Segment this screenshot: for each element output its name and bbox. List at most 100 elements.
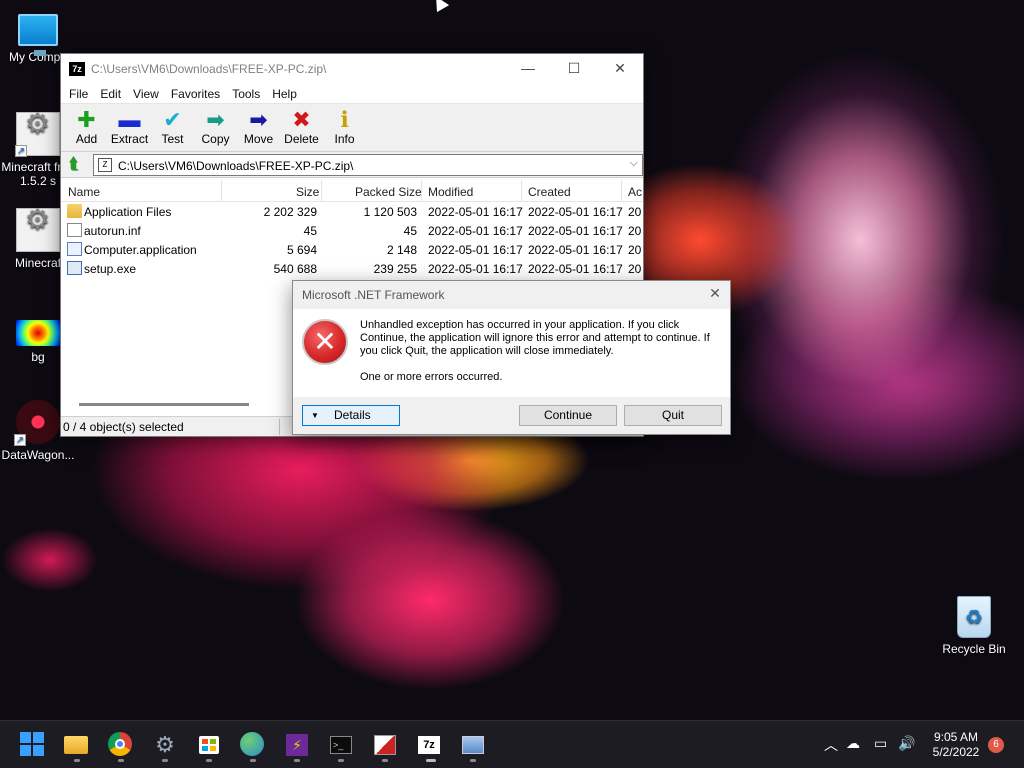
store-icon[interactable] [196,732,222,758]
x-icon: ✖ [292,107,311,132]
executable-file-icon [67,261,82,275]
table-row[interactable]: Application Files 2 202 329 1 120 503 20… [61,202,643,221]
file-name: Computer.application [84,243,197,257]
file-modified: 2022-05-01 16:17 [428,205,523,219]
file-explorer-icon[interactable] [64,732,90,758]
7zip-taskbar-icon[interactable]: 7z [416,732,442,758]
menu-view[interactable]: View [127,84,165,103]
copy-button[interactable]: ➡ Copy [194,104,237,151]
cloud-icon[interactable]: ☁ [846,735,860,752]
column-name[interactable]: Name [68,185,100,199]
file-attributes: 20 [628,224,642,238]
settings-gear-icon[interactable]: ⚙ [152,732,178,758]
info-label: Info [334,132,355,146]
column-created[interactable]: Created [528,185,571,199]
continue-button[interactable]: Continue [519,405,617,426]
7zip-app-icon: 7z [69,62,85,76]
purple-app-icon[interactable]: ⚡ [284,732,310,758]
quit-button[interactable]: Quit [624,405,722,426]
file-created: 2022-05-01 16:17 [528,243,623,257]
window-title: C:\Users\VM6\Downloads\FREE-XP-PC.zip\ [91,62,327,76]
address-bar: ⮬ Z C:\Users\VM6\Downloads\FREE-XP-PC.zi… [61,152,643,178]
dialog-title: Microsoft .NET Framework [302,288,445,302]
move-button[interactable]: ➡ Move [237,104,280,151]
test-button[interactable]: ✔ Test [151,104,194,151]
extract-label: Extract [110,132,149,146]
file-packed-size: 45 [403,224,417,238]
zip-file-icon: Z [98,158,112,172]
test-label: Test [161,132,184,146]
terminal-icon[interactable]: >_ [328,732,354,758]
chrome-icon[interactable] [108,732,134,758]
menu-help[interactable]: Help [266,84,303,103]
info-icon: ℹ [340,107,349,132]
network-app-icon[interactable] [460,732,486,758]
add-button[interactable]: ✚ Add [65,104,108,151]
file-modified: 2022-05-01 16:17 [428,224,523,238]
chevron-up-icon[interactable]: ︿ [824,735,838,755]
image-viewer-icon[interactable] [372,732,398,758]
gear-icon: ⚙ ↗ [15,110,60,157]
file-modified: 2022-05-01 16:17 [428,262,523,276]
minimize-button[interactable]: — [505,54,551,84]
error-icon: ✕ [302,319,348,365]
info-button[interactable]: ℹ Info [323,104,366,151]
monitor-icon [18,14,58,56]
file-attributes: 20 [628,262,642,276]
up-folder-icon[interactable]: ⮬ [65,156,83,174]
extract-button[interactable]: ▬ Extract [108,104,151,151]
shortcut-arrow-icon: ↗ [15,145,27,157]
error-dialog: Microsoft .NET Framework ✕ ✕ Unhandled e… [292,280,731,435]
menu-file[interactable]: File [63,84,94,103]
desktop-icon-label: Recycle Bin [942,642,1006,656]
column-modified[interactable]: Modified [428,185,473,199]
delete-button[interactable]: ✖ Delete [280,104,323,151]
close-button[interactable]: ✕ [597,54,643,84]
chevron-down-icon[interactable]: ⌵ [630,157,638,170]
clock[interactable]: 9:05 AM 5/2/2022 [920,730,992,760]
desktop-icon-recycle-bin[interactable]: ♻ Recycle Bin [936,596,1012,656]
file-attributes: 20 [628,243,642,257]
title-bar[interactable]: 7z C:\Users\VM6\Downloads\FREE-XP-PC.zip… [61,54,643,84]
shortcut-arrow-icon: ↗ [14,434,26,446]
display-icon[interactable]: ▭ [874,735,887,752]
file-created: 2022-05-01 16:17 [528,224,623,238]
add-label: Add [75,132,98,146]
notification-badge[interactable]: 6 [988,737,1004,753]
dialog-close-button[interactable]: ✕ [700,281,730,307]
file-modified: 2022-05-01 16:17 [428,243,523,257]
column-size[interactable]: Size [296,185,319,199]
column-attributes[interactable]: Ac [628,185,642,199]
speaker-icon[interactable]: 🔊 [898,735,915,752]
details-button[interactable]: ▼ Details [302,405,400,426]
start-button[interactable] [20,732,46,758]
menu-tools[interactable]: Tools [226,84,266,103]
menu-favorites[interactable]: Favorites [165,84,226,103]
desktop-icon-label: DataWagon... [1,448,75,462]
menu-edit[interactable]: Edit [94,84,127,103]
details-label: Details [334,408,371,422]
table-row[interactable]: setup.exe 540 688 239 255 2022-05-01 16:… [61,259,643,278]
minus-icon: ▬ [118,107,141,132]
horizontal-scrollbar[interactable] [79,403,249,406]
maximize-button[interactable]: ☐ [551,54,597,84]
error-message: Unhandled exception has occurred in your… [360,319,710,357]
taskbar: ⚙ ⚡ >_ 7z ︿ ☁ ▭ 🔊 9:05 AM 5/2/2022 6 [0,720,1024,768]
address-input[interactable]: Z C:\Users\VM6\Downloads\FREE-XP-PC.zip\… [93,154,643,176]
settings-file-icon [67,223,82,237]
menu-bar: File Edit View Favorites Tools Help [61,84,643,104]
table-row[interactable]: Computer.application 5 694 2 148 2022-05… [61,240,643,259]
move-label: Move [243,132,274,146]
file-name: setup.exe [84,262,137,276]
table-row[interactable]: autorun.inf 45 45 2022-05-01 16:17 2022-… [61,221,643,240]
file-created: 2022-05-01 16:17 [528,262,623,276]
address-path: C:\Users\VM6\Downloads\FREE-XP-PC.zip\ [118,159,354,173]
file-packed-size: 2 148 [386,243,417,257]
mouse-cursor-icon [430,0,450,13]
globe-app-icon[interactable] [240,732,266,758]
gear-icon: ⚙ [16,206,60,252]
column-packed-size[interactable]: Packed Size [355,185,422,199]
clock-time: 9:05 AM [933,730,979,744]
file-packed-size: 1 120 503 [363,205,417,219]
toolbar: ✚ Add ▬ Extract ✔ Test ➡ Copy ➡ Move ✖ D… [61,104,643,152]
